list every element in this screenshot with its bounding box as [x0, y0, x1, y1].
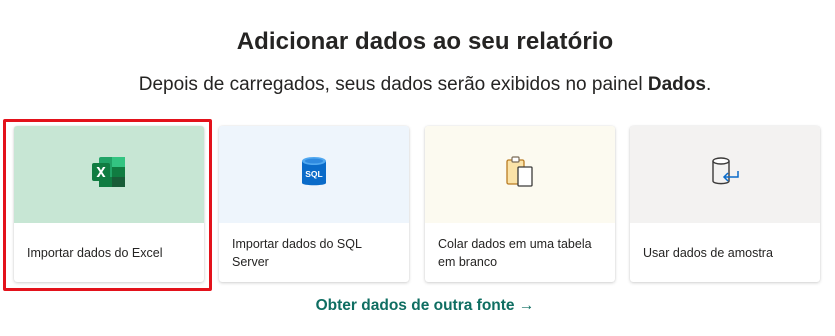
page-title: Adicionar dados ao seu relatório	[236, 28, 614, 55]
sample-data-icon	[709, 155, 741, 194]
add-data-page: Adicionar dados ao seu relatório Depois …	[0, 0, 835, 336]
subtitle-data-pane-name: Dados	[647, 74, 706, 95]
sample-data-card[interactable]: Usar dados de amostra	[630, 126, 820, 282]
paste-data-card[interactable]: Colar dados em uma tabela em branco	[425, 126, 615, 282]
card-label: Importar dados do Excel	[27, 245, 163, 260]
sql-database-icon: SQL	[300, 156, 328, 193]
get-data-other-source-link[interactable]: Obter dados de outra fonte →	[0, 297, 835, 315]
card-icon-area	[630, 126, 820, 223]
card-icon-area	[425, 126, 615, 223]
subtitle-text: Depois de carregados, seus dados serão e…	[138, 74, 643, 95]
card-label: Colar dados em uma tabela em branco	[438, 236, 592, 269]
page-subtitle: Depois de carregados, seus dados serão e…	[0, 74, 835, 96]
card-label: Importar dados do SQL Server	[232, 236, 362, 269]
import-sql-server-card[interactable]: SQL Importar dados do SQL Server	[219, 126, 409, 282]
card-label: Usar dados de amostra	[643, 245, 773, 260]
import-excel-card[interactable]: Importar dados do Excel	[14, 126, 204, 282]
subtitle-period: .	[705, 74, 712, 95]
card-icon-area: SQL	[219, 126, 409, 223]
card-icon-area	[14, 126, 204, 223]
excel-icon	[91, 156, 127, 193]
clipboard-paste-icon	[505, 155, 535, 194]
sql-icon-text: SQL	[305, 169, 322, 179]
